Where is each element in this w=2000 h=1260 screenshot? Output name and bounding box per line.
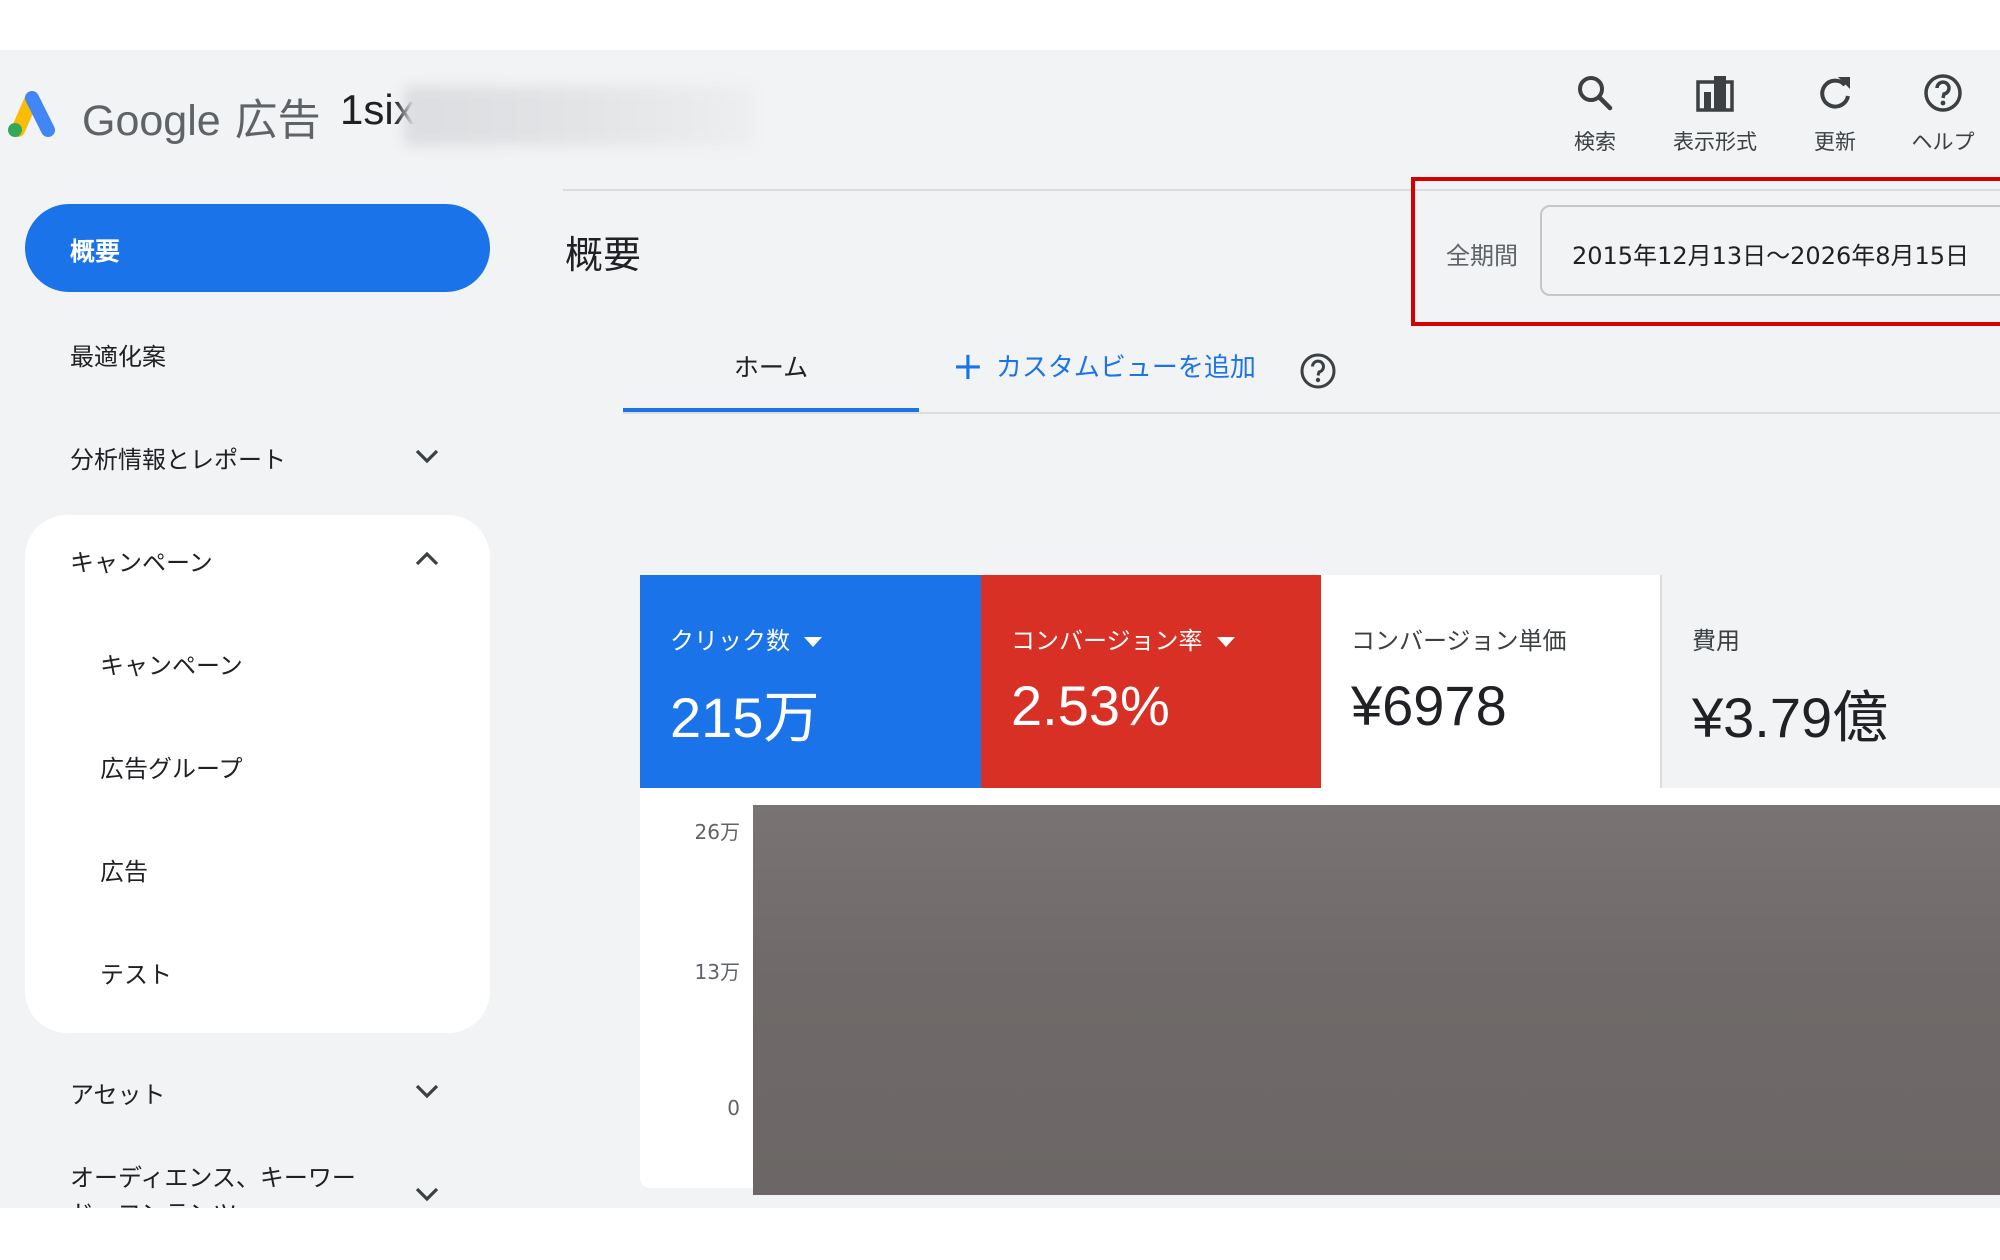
refresh-label: 更新: [1814, 130, 1856, 154]
campaign-section: [25, 515, 490, 1033]
metric-title-text: コンバージョン率: [1011, 627, 1203, 655]
metric-card-cost[interactable]: 費用 ¥3.79億: [1660, 575, 2000, 788]
sidebar-item-campaigns[interactable]: キャンペーン: [100, 646, 243, 681]
metric-value: ¥6978: [1351, 674, 1507, 737]
help-button[interactable]: ヘルプ: [1888, 72, 1998, 156]
dropdown-arrow-icon[interactable]: [804, 637, 822, 647]
sidebar-item-label: 概要: [70, 237, 121, 266]
y-axis-tick: 0: [727, 1096, 740, 1120]
plus-icon: +: [952, 344, 984, 388]
sidebar-item-recommendations[interactable]: 最適化案: [70, 337, 166, 372]
metric-title: クリック数: [670, 621, 822, 656]
sidebar-item-overview[interactable]: 概要: [25, 204, 490, 292]
search-label: 検索: [1574, 130, 1616, 154]
y-axis-tick: 13万: [694, 960, 740, 984]
help-label: ヘルプ: [1911, 130, 1975, 154]
view-format-icon: [1696, 76, 1734, 112]
sidebar-item-assets[interactable]: アセット: [70, 1075, 166, 1110]
metric-value: ¥3.79億: [1692, 686, 1889, 749]
help-icon: [1924, 74, 1962, 112]
google-ads-window: Google 広告 1six 検索 表示形式 更新 ヘルプ 概要 最適化案 分析…: [0, 50, 2000, 1208]
sidebar-item-experiments[interactable]: テスト: [100, 955, 172, 990]
refresh-button[interactable]: 更新: [1780, 72, 1890, 156]
brand-ads: 広告: [234, 96, 321, 146]
view-format-button[interactable]: 表示形式: [1660, 72, 1770, 156]
metric-value: 215万: [670, 686, 820, 749]
brand-google: Google: [82, 97, 221, 145]
help-circle-icon[interactable]: [1299, 352, 1337, 390]
dropdown-arrow-icon[interactable]: [1216, 637, 1235, 647]
tab-home[interactable]: ホーム: [623, 348, 919, 412]
metric-title: コンバージョン率: [1011, 621, 1235, 656]
metric-title: コンバージョン単価: [1351, 627, 1567, 655]
chevron-down-icon[interactable]: [414, 1083, 440, 1099]
search-button[interactable]: 検索: [1540, 72, 1650, 156]
refresh-icon: [1820, 77, 1850, 109]
chevron-down-icon[interactable]: [414, 1186, 440, 1202]
account-id-redacted: [404, 86, 752, 146]
date-range-picker[interactable]: 2015年12月13日～2026年8月15日: [1540, 205, 2000, 296]
tab-divider: [623, 412, 2000, 414]
y-axis-tick: 26万: [694, 820, 740, 844]
metric-card-cost-per-conversion[interactable]: コンバージョン単価 ¥6978: [1321, 575, 1660, 788]
metric-card-conversion-rate[interactable]: コンバージョン率 2.53%: [981, 575, 1321, 788]
sidebar-item-audiences[interactable]: オーディエンス、キーワード、コンテンツ: [70, 1160, 390, 1208]
metric-value: 2.53%: [1011, 674, 1170, 737]
search-icon: [1578, 76, 1613, 111]
view-format-label: 表示形式: [1673, 130, 1757, 154]
chevron-up-icon[interactable]: [414, 551, 440, 567]
metric-card-clicks[interactable]: クリック数 215万: [640, 575, 981, 788]
sidebar-item-ads[interactable]: 広告: [100, 852, 148, 887]
add-custom-view-label: カスタムビューを追加: [995, 353, 1256, 383]
page-title: 概要: [565, 233, 642, 277]
chart-plot-redacted: [753, 805, 2000, 1195]
chevron-down-icon[interactable]: [414, 448, 440, 464]
google-ads-logo-icon: [8, 91, 55, 137]
sidebar-item-campaigns-group[interactable]: キャンペーン: [70, 543, 213, 578]
add-custom-view-button[interactable]: + カスタムビューを追加: [952, 347, 1256, 388]
date-range-value: 2015年12月13日～2026年8月15日: [1572, 242, 1970, 270]
sidebar-item-insights-reports[interactable]: 分析情報とレポート: [70, 440, 286, 475]
metric-title-text: クリック数: [670, 627, 790, 655]
metric-title: 費用: [1692, 627, 1740, 655]
sidebar-item-ad-groups[interactable]: 広告グループ: [100, 749, 243, 784]
tab-home-label: ホーム: [733, 353, 809, 382]
product-name: Google 広告: [82, 86, 321, 148]
date-range-label: 全期間: [1446, 242, 1518, 270]
